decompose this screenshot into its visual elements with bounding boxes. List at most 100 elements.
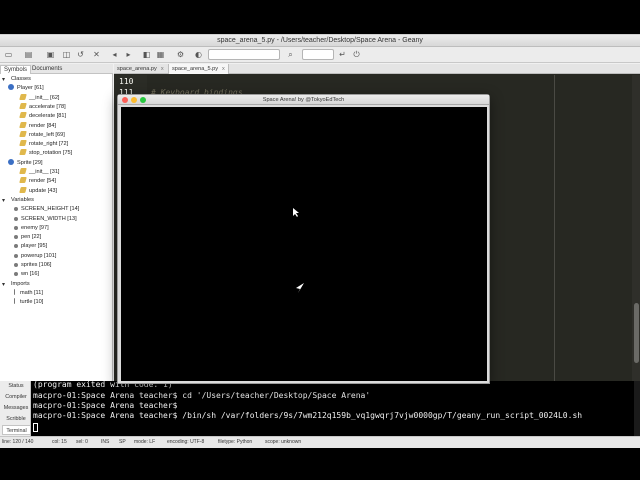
message-panel: Status Compiler Messages Scribble Termin…: [0, 381, 640, 436]
line-number: 110: [119, 77, 134, 86]
method-symbol[interactable]: update [43]: [19, 186, 57, 196]
import-symbol[interactable]: math [11]: [14, 288, 43, 298]
scrollbar-thumb[interactable]: [634, 303, 639, 363]
class-symbol[interactable]: Player [61]: [8, 84, 44, 93]
search-field[interactable]: [208, 49, 280, 60]
sidebar-tabs: Symbols Documents: [0, 64, 113, 74]
status-bar: line: 120 / 140 col: 15 sel: 0 INS SP mo…: [0, 436, 640, 448]
canvas-svg: [293, 208, 304, 293]
method-symbol[interactable]: __init__ [31]: [19, 168, 60, 177]
expander-icon: ▾: [2, 77, 6, 83]
variable-icon: [14, 272, 18, 277]
expander-icon: ▾: [2, 197, 6, 204]
symbol-label: math [11]: [20, 289, 43, 296]
save-icon[interactable]: ▣: [46, 50, 55, 59]
tab-scribble[interactable]: Scribble: [2, 414, 30, 424]
run-icon[interactable]: ⚙: [176, 50, 185, 59]
method-icon: [19, 93, 27, 100]
method-icon: [19, 130, 27, 137]
color-picker-icon[interactable]: ◐: [194, 50, 203, 59]
class-symbol[interactable]: Sprite [29]: [8, 158, 43, 168]
tab-status[interactable]: Status: [2, 381, 30, 391]
tree-group[interactable]: ▾ Imports: [2, 280, 30, 289]
method-icon: [19, 112, 27, 119]
tab-space-arena-5[interactable]: space_arena_5.py x: [168, 64, 229, 74]
status-filetype: filetype: Python: [218, 439, 253, 445]
tab-documents[interactable]: Documents: [29, 65, 65, 74]
line-number-field[interactable]: [302, 49, 334, 60]
variable-icon: [14, 263, 18, 267]
variable-icon: [14, 216, 18, 221]
tree-group[interactable]: ▾ Variables: [2, 196, 34, 205]
variable-symbol[interactable]: SCREEN_HEIGHT [14]: [14, 205, 79, 214]
variable-symbol[interactable]: sprites [106]: [14, 261, 51, 270]
compile-icon[interactable]: ◧: [142, 50, 151, 59]
method-symbol[interactable]: __init__ [62]: [19, 93, 59, 103]
symbol-label: decelerate [81]: [29, 113, 67, 120]
close-icon[interactable]: ✕: [92, 50, 101, 59]
import-symbol[interactable]: turtle [10]: [14, 298, 43, 307]
tree-group[interactable]: ▾ Classes: [2, 75, 31, 84]
variable-symbol[interactable]: pen [22]: [14, 233, 41, 242]
symbol-label: SCREEN_HEIGHT [14]: [21, 206, 80, 213]
variable-icon: [14, 253, 18, 258]
method-symbol[interactable]: rotate_left [69]: [19, 130, 65, 140]
forward-icon[interactable]: ▸: [124, 50, 133, 59]
screen: space_arena_5.py - /Users/teacher/Deskto…: [0, 0, 640, 480]
method-symbol[interactable]: accelerate [78]: [19, 102, 66, 112]
editor-scrollbar[interactable]: [632, 75, 640, 420]
build-icon[interactable]: ▦: [156, 50, 165, 59]
method-symbol[interactable]: rotate_right [72]: [19, 140, 68, 149]
jump-icon[interactable]: ↵: [338, 50, 347, 59]
status-mode: mode: LF: [134, 439, 156, 445]
revert-icon[interactable]: ↺: [76, 50, 85, 59]
tab-close-icon[interactable]: x: [222, 66, 225, 72]
open-file-icon[interactable]: ▤: [24, 50, 33, 59]
maximize-button[interactable]: [140, 97, 146, 103]
terminal[interactable]: (program exited with code: 1) macpro-01:…: [31, 381, 640, 436]
tab-terminal[interactable]: Terminal: [2, 425, 30, 435]
tab-label: space_arena.py: [117, 66, 157, 72]
symbol-label: render [54]: [29, 178, 57, 185]
variable-symbol[interactable]: enemy [97]: [14, 224, 49, 233]
status-encoding: encoding: UTF-8: [167, 439, 205, 445]
symbol-label: Classes: [11, 76, 31, 82]
tab-messages[interactable]: Messages: [2, 403, 30, 413]
find-icon[interactable]: ⌕: [286, 50, 295, 59]
back-icon[interactable]: ◂: [110, 50, 119, 59]
variable-symbol[interactable]: SCREEN_WIDTH [13]: [14, 215, 77, 224]
method-icon: [19, 149, 27, 156]
symbol-label: accelerate [78]: [29, 103, 66, 110]
variable-icon: [14, 207, 18, 212]
tab-compiler[interactable]: Compiler: [2, 392, 30, 402]
tab-symbols[interactable]: Symbols: [0, 65, 32, 74]
save-all-icon[interactable]: ◫: [62, 50, 71, 59]
method-icon: [19, 140, 27, 147]
status-ins: INS: [101, 439, 110, 445]
quit-icon[interactable]: ⏻: [352, 50, 361, 59]
method-icon: [19, 102, 27, 109]
game-canvas[interactable]: [121, 107, 487, 381]
tab-space-arena[interactable]: space_arena.py x: [114, 64, 167, 74]
variable-symbol[interactable]: wn [16]: [14, 270, 39, 279]
symbol-label: __init__ [31]: [29, 169, 60, 175]
method-symbol[interactable]: stop_rotation [75]: [19, 149, 72, 158]
minimize-button[interactable]: [131, 97, 137, 103]
close-button[interactable]: [122, 97, 128, 103]
symbol-label: pen [22]: [21, 234, 42, 241]
method-symbol[interactable]: render [54]: [19, 177, 57, 186]
class-icon: [8, 84, 14, 91]
tab-close-icon[interactable]: x: [161, 66, 164, 72]
method-symbol[interactable]: decelerate [81]: [19, 112, 67, 121]
variable-symbol[interactable]: powerup [101]: [14, 252, 56, 261]
variable-symbol[interactable]: player [95]: [14, 242, 47, 251]
method-symbol[interactable]: render [84]: [19, 121, 56, 131]
method-icon: [19, 168, 27, 174]
terminal-scrollbar[interactable]: [634, 381, 640, 436]
terminal-line: macpro-01:Space Arena teacher$ cd '/User…: [33, 391, 371, 400]
mouse-pointer-icon: [293, 208, 299, 217]
method-icon: [19, 177, 27, 184]
terminal-line: macpro-01:Space Arena teacher$ /bin/sh /…: [33, 411, 583, 420]
symbol-label: Player [61]: [17, 85, 44, 92]
new-file-icon[interactable]: ▭: [4, 50, 13, 59]
